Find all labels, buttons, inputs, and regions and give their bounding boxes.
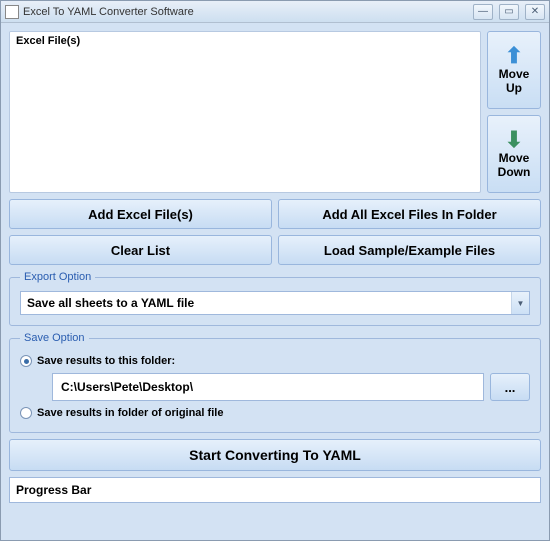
arrow-down-icon: ⬇ — [505, 129, 523, 151]
export-select-wrap: Save all sheets to a YAML file ▼ — [20, 291, 530, 315]
maximize-button[interactable]: ▭ — [499, 4, 519, 20]
minimize-button[interactable]: — — [473, 4, 493, 20]
close-button[interactable]: ✕ — [525, 4, 545, 20]
export-option-legend: Export Option — [20, 271, 95, 283]
folder-path-row: C:\Users\Pete\Desktop\ ... — [52, 373, 530, 401]
export-option-group: Export Option Save all sheets to a YAML … — [9, 271, 541, 326]
add-all-files-folder-button[interactable]: Add All Excel Files In Folder — [278, 199, 541, 229]
progress-bar: Progress Bar — [9, 477, 541, 503]
progress-label: Progress Bar — [16, 483, 91, 497]
move-buttons-column: ⬆ Move Up ⬇ Move Down — [487, 31, 541, 193]
app-window: Excel To YAML Converter Software — ▭ ✕ E… — [0, 0, 550, 541]
folder-path-value: C:\Users\Pete\Desktop\ — [61, 380, 193, 394]
clear-list-button[interactable]: Clear List — [9, 235, 272, 265]
folder-path-input[interactable]: C:\Users\Pete\Desktop\ — [52, 373, 484, 401]
export-option-selected: Save all sheets to a YAML file — [27, 296, 194, 310]
action-buttons-grid: Add Excel File(s) Add All Excel Files In… — [9, 199, 541, 265]
save-option-legend: Save Option — [20, 332, 89, 344]
excel-file-list[interactable]: Excel File(s) — [9, 31, 481, 193]
add-excel-files-button[interactable]: Add Excel File(s) — [9, 199, 272, 229]
window-title: Excel To YAML Converter Software — [23, 6, 467, 18]
save-original-folder-radio[interactable] — [20, 407, 32, 419]
arrow-up-icon: ⬆ — [505, 45, 523, 67]
save-original-folder-radio-row[interactable]: Save results in folder of original file — [20, 407, 530, 419]
move-down-label: Move Down — [498, 151, 531, 180]
start-converting-button[interactable]: Start Converting To YAML — [9, 439, 541, 471]
move-up-label: Move Up — [499, 67, 530, 96]
save-option-group: Save Option Save results to this folder:… — [9, 332, 541, 433]
app-icon — [5, 5, 19, 19]
browse-folder-button[interactable]: ... — [490, 373, 530, 401]
save-to-folder-label: Save results to this folder: — [37, 355, 175, 367]
move-up-button[interactable]: ⬆ Move Up — [487, 31, 541, 109]
titlebar: Excel To YAML Converter Software — ▭ ✕ — [1, 1, 549, 23]
file-list-row: Excel File(s) ⬆ Move Up ⬇ Move Down — [9, 31, 541, 193]
move-down-button[interactable]: ⬇ Move Down — [487, 115, 541, 193]
load-sample-files-button[interactable]: Load Sample/Example Files — [278, 235, 541, 265]
list-column-header: Excel File(s) — [10, 32, 480, 50]
chevron-down-icon: ▼ — [511, 292, 529, 314]
save-to-folder-radio[interactable] — [20, 355, 32, 367]
save-to-folder-radio-row[interactable]: Save results to this folder: — [20, 355, 530, 367]
save-original-folder-label: Save results in folder of original file — [37, 407, 223, 419]
export-option-select[interactable]: Save all sheets to a YAML file ▼ — [20, 291, 530, 315]
client-area: Excel File(s) ⬆ Move Up ⬇ Move Down Add … — [1, 23, 549, 540]
